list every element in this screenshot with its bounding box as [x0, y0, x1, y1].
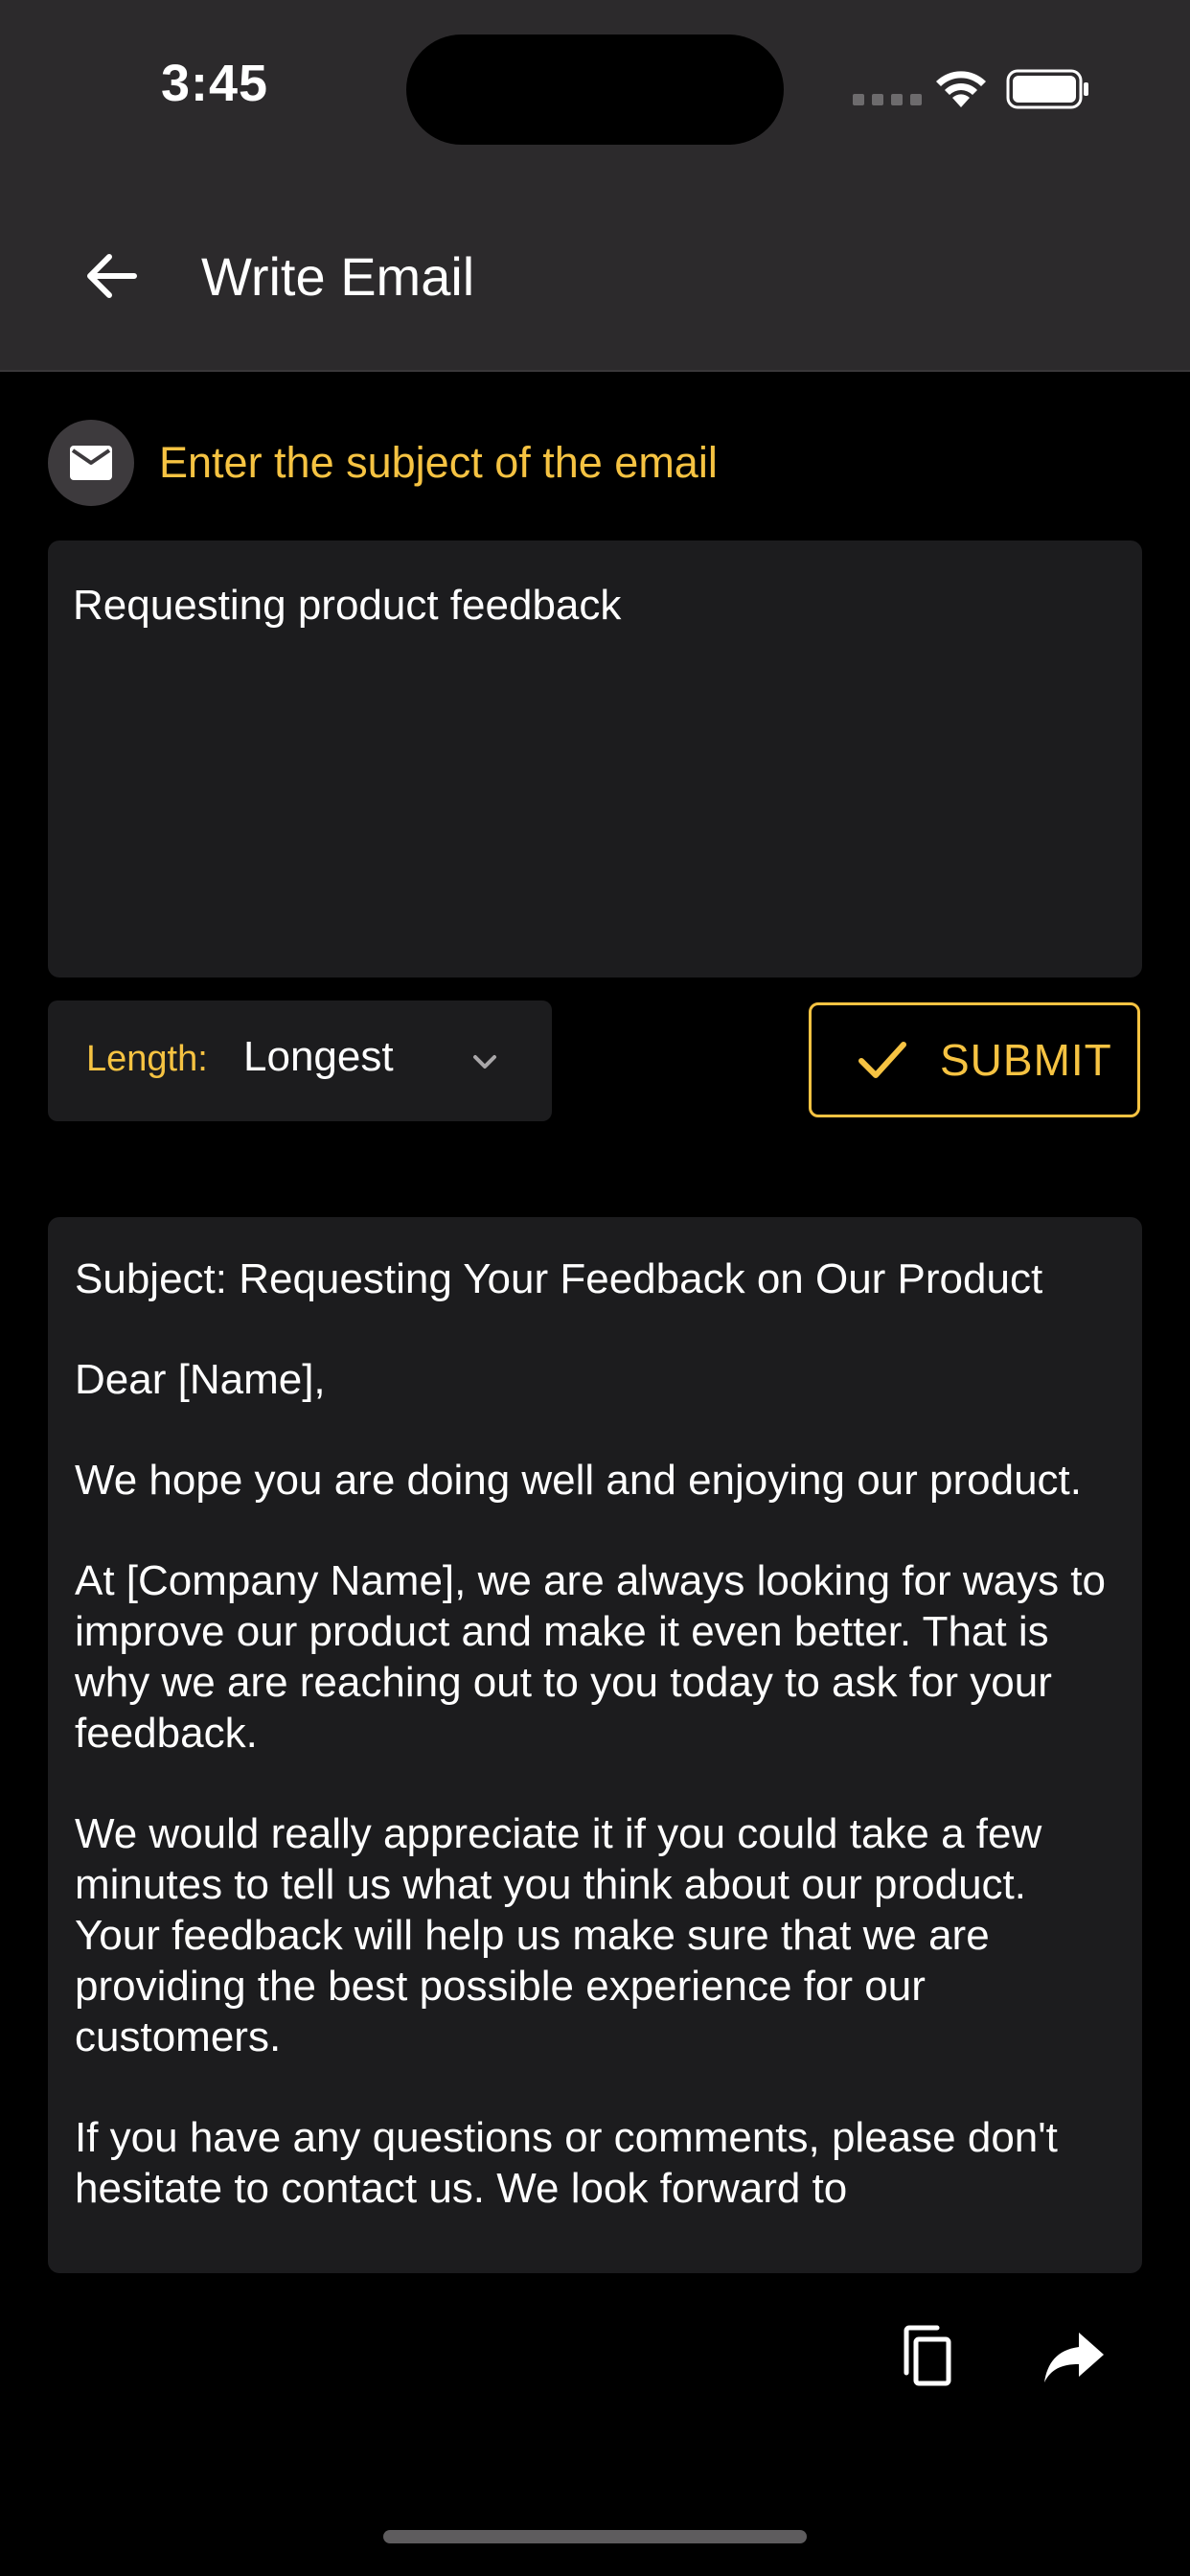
- page-title: Write Email: [201, 246, 475, 307]
- subject-label: Enter the subject of the email: [159, 438, 718, 487]
- subject-input[interactable]: Requesting product feedback: [48, 540, 1142, 978]
- nav-bar: Write Email: [0, 192, 1190, 372]
- checkmark-icon: [858, 1042, 906, 1078]
- status-time: 3:45: [161, 55, 269, 112]
- subject-heading: Enter the subject of the email: [48, 420, 718, 506]
- email-paragraph: If you have any questions or comments, p…: [75, 2114, 1058, 2212]
- status-bar: 3:45: [0, 0, 1190, 172]
- length-dropdown[interactable]: Length: Longest: [48, 1000, 552, 1121]
- email-paragraph: We hope you are doing well and enjoying …: [75, 1457, 1082, 1504]
- submit-label: SUBMIT: [940, 1035, 1112, 1085]
- arrow-left-icon[interactable]: [80, 245, 142, 307]
- write-email-screen: 3:45 Write Email Enter the subject of th…: [0, 0, 1190, 2576]
- copy-icon[interactable]: [893, 2325, 954, 2388]
- envelope-icon: [48, 420, 134, 506]
- generated-email-output[interactable]: Subject: Requesting Your Feedback on Our…: [48, 1217, 1142, 2273]
- submit-button[interactable]: SUBMIT: [809, 1002, 1140, 1117]
- email-paragraph: We would really appreciate it if you cou…: [75, 1810, 1042, 2060]
- wifi-icon: [936, 71, 986, 107]
- cellular-signal-icon: [853, 94, 922, 105]
- battery-icon: [1006, 69, 1088, 109]
- email-greeting: Dear [Name],: [75, 1356, 326, 1403]
- length-selected-value: Longest: [243, 1033, 394, 1080]
- email-paragraph: At [Company Name], we are always looking…: [75, 1557, 1107, 1757]
- chevron-down-icon: [473, 1055, 496, 1069]
- length-label: Length:: [86, 1039, 208, 1079]
- home-indicator: [383, 2530, 807, 2543]
- share-icon[interactable]: [1042, 2331, 1106, 2384]
- dynamic-island: [406, 34, 784, 145]
- email-subject-line: Subject: Requesting Your Feedback on Our…: [75, 1255, 1043, 1302]
- header-area: 3:45 Write Email: [0, 0, 1190, 372]
